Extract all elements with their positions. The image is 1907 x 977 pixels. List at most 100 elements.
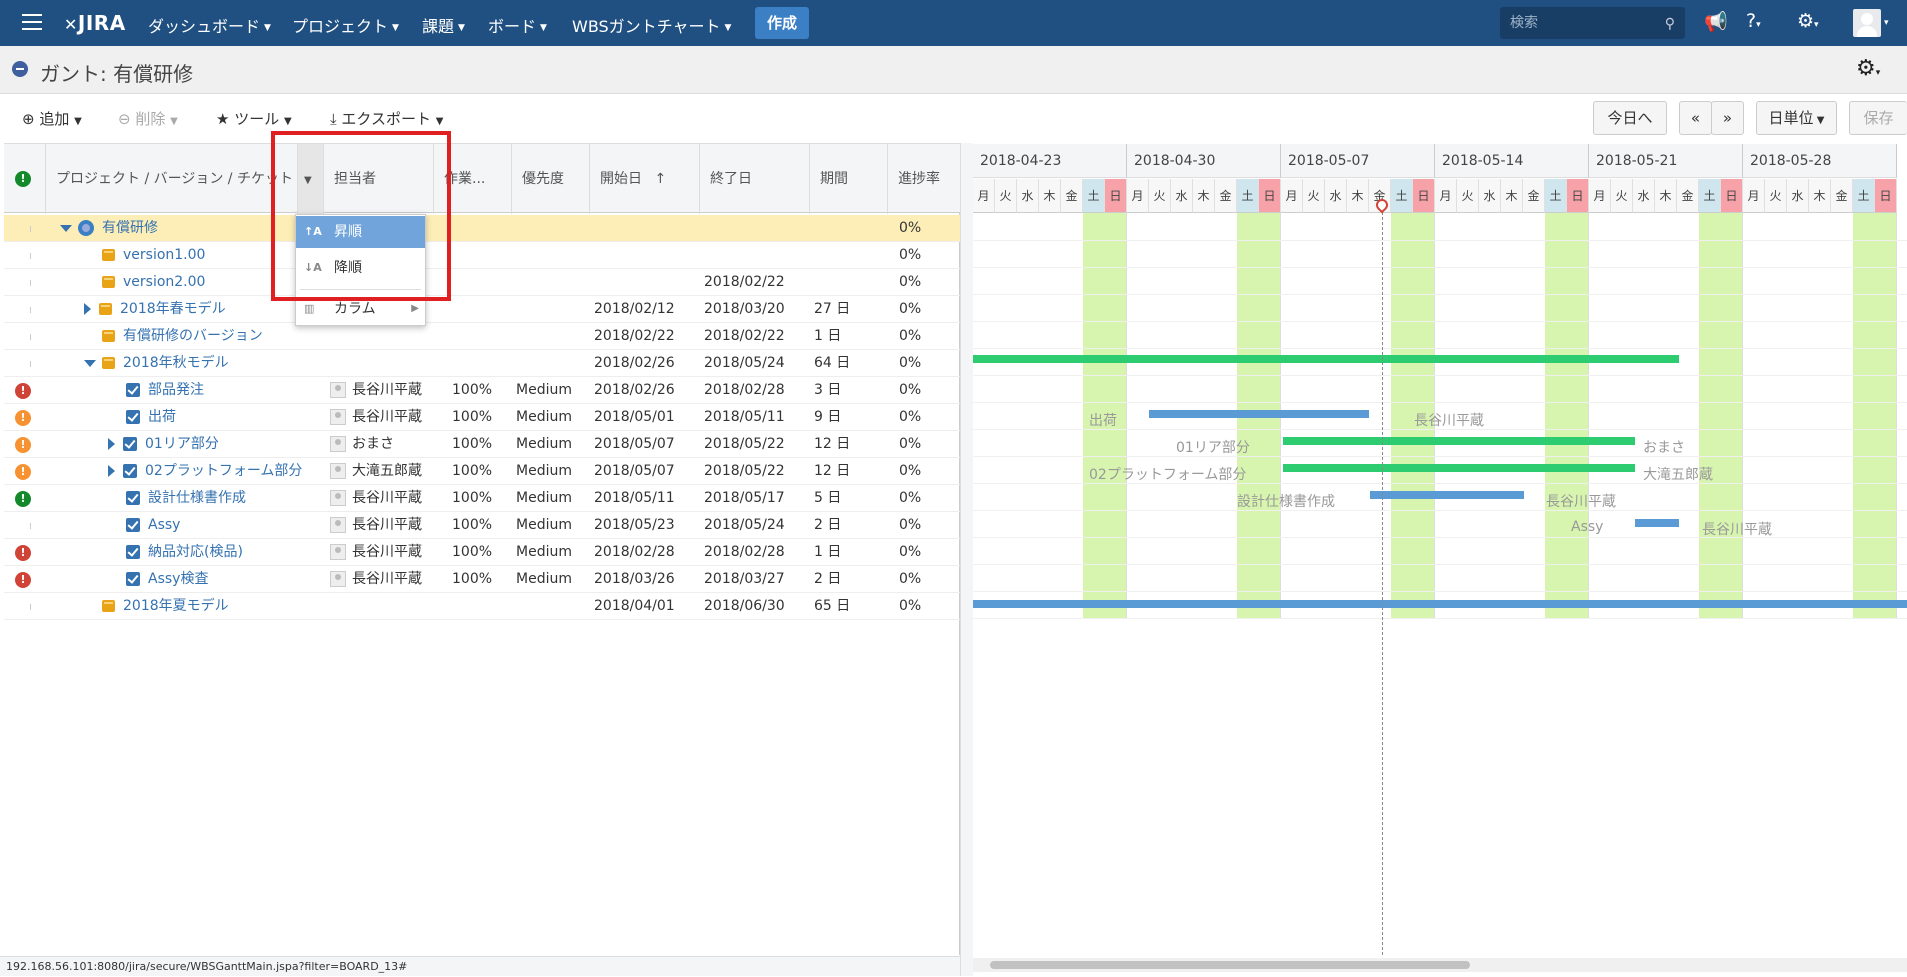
table-row[interactable]: ! 出荷 長谷川平蔵 100% Medium 2018/05/01 2018/05/11 9 …	[4, 404, 960, 431]
row-name-link[interactable]: version1.00	[123, 247, 205, 263]
row-name-link[interactable]: Assy検査	[148, 571, 208, 587]
menu-icon[interactable]	[22, 14, 42, 30]
start-date-cell: 2018/04/01	[594, 598, 675, 614]
collapse-toggle-icon[interactable]	[108, 438, 115, 450]
day-header: 木	[1809, 179, 1831, 213]
task-checkbox-icon	[123, 437, 137, 451]
collapse-toggle-icon[interactable]	[84, 303, 91, 315]
column-header-duration[interactable]: 期間	[810, 144, 888, 214]
expand-toggle-icon[interactable]	[60, 224, 72, 232]
table-row[interactable]: ! 納品対応(検品) 長谷川平蔵 100% Medium 2018/02/28 2018/0…	[4, 539, 960, 566]
end-date-cell: 2018/06/30	[704, 598, 785, 614]
gantt-bar-summer-model[interactable]	[973, 600, 1907, 608]
collapse-toggle-icon[interactable]	[108, 465, 115, 477]
nav-menu-item[interactable]: ダッシュボード ▼	[148, 13, 271, 37]
nav-menu-item[interactable]: ボード ▼	[488, 13, 547, 37]
nav-menu-item[interactable]: 課題 ▼	[422, 13, 465, 37]
gear-icon[interactable]: ⚙▾	[1856, 56, 1880, 81]
row-name-link[interactable]: 2018年春モデル	[120, 301, 226, 317]
assignee-cell: おまさ	[330, 431, 434, 458]
column-header-name[interactable]: プロジェクト / バージョン / チケット	[46, 144, 298, 214]
gantt-bar-rear[interactable]	[1283, 437, 1635, 445]
scrollbar-thumb[interactable]	[990, 961, 1470, 969]
column-header-priority[interactable]: 優先度	[512, 144, 590, 214]
gantt-bar-autumn-model[interactable]	[973, 355, 1679, 363]
time-unit-select[interactable]: 日単位 ▼	[1756, 101, 1837, 135]
gantt-bar-assy[interactable]	[1635, 519, 1679, 527]
expand-toggle-icon[interactable]	[84, 359, 96, 367]
table-row[interactable]: version2.00 2018/02/22 0%	[4, 269, 960, 296]
table-row[interactable]: 2018年夏モデル 2018/04/01 2018/06/30 65 日 0%	[4, 593, 960, 620]
gantt-row-line	[973, 294, 1907, 295]
megaphone-icon[interactable]: 📢	[1704, 10, 1728, 33]
table-row[interactable]: ! Assy検査 長谷川平蔵 100% Medium 2018/03/26 2018/03/…	[4, 566, 960, 593]
pane-splitter[interactable]	[960, 143, 973, 976]
row-name-link[interactable]: 部品発注	[148, 382, 204, 398]
export-button[interactable]: ⤓ エクスポート ▼	[330, 108, 443, 129]
priority-orange-icon: !	[15, 464, 31, 480]
nav-menu-item[interactable]: WBSガントチャート ▼	[572, 13, 731, 37]
create-button[interactable]: 作成	[755, 7, 809, 39]
priority-cell	[4, 323, 46, 350]
progress-cell: 0%	[899, 517, 922, 533]
row-name-link[interactable]: 01リア部分	[145, 436, 219, 452]
assignee-cell: 長谷川平蔵	[330, 404, 434, 431]
next-button[interactable]: »	[1711, 101, 1744, 135]
gantt-icon	[12, 61, 28, 77]
end-date-cell	[704, 215, 810, 242]
table-row[interactable]: ! 部品発注 長谷川平蔵 100% Medium 2018/02/26 2018/02/28…	[4, 377, 960, 404]
week-header: 2018-05-21	[1589, 144, 1743, 178]
table-row[interactable]: ! 01リア部分 おまさ 100% Medium 2018/05/07 2018/05/22…	[4, 431, 960, 458]
row-name-link[interactable]: version2.00	[123, 274, 205, 290]
assignee-cell	[330, 350, 434, 377]
horizontal-scrollbar[interactable]	[973, 958, 1907, 972]
settings-gear-icon[interactable]: ⚙▾	[1797, 10, 1819, 32]
prev-button[interactable]: «	[1679, 101, 1712, 135]
column-header-progress[interactable]: 進捗率	[888, 144, 960, 214]
table-row[interactable]: 2018年秋モデル 2018/02/26 2018/05/24 64 日 0%	[4, 350, 960, 377]
column-header-end[interactable]: 終了日	[700, 144, 810, 214]
priority-cell: !	[4, 431, 46, 458]
column-header-start[interactable]: 開始日 ↑	[590, 144, 700, 214]
today-button[interactable]: 今日へ	[1593, 101, 1667, 135]
jira-logo[interactable]: ✕JIRA	[64, 11, 126, 35]
weekend-column	[1699, 213, 1743, 619]
row-name-link[interactable]: 02プラットフォーム部分	[145, 463, 302, 479]
table-row[interactable]: 2018年春モデル 2018/02/12 2018/03/20 27 日 0%	[4, 296, 960, 323]
user-avatar[interactable]	[1853, 9, 1881, 37]
gantt-label: おまさ	[1643, 440, 1685, 456]
table-row[interactable]: Assy 長谷川平蔵 100% Medium 2018/05/23 2018/05/24 2…	[4, 512, 960, 539]
row-name-link[interactable]: 2018年秋モデル	[123, 355, 229, 371]
day-header: 土	[1853, 179, 1875, 213]
row-name-link[interactable]: 有償研修のバージョン	[123, 328, 263, 344]
task-checkbox-icon	[126, 545, 140, 559]
day-header: 水	[1787, 179, 1809, 213]
table-row[interactable]: 有償研修のバージョン 2018/02/22 2018/02/22 1 日 0%	[4, 323, 960, 350]
duration-cell: 27 日	[814, 301, 851, 317]
gantt-bar-shipping[interactable]	[1149, 410, 1369, 418]
row-name-link[interactable]: 2018年夏モデル	[123, 598, 229, 614]
priority-text-cell: Medium	[516, 409, 572, 425]
search-input[interactable]: 検索 ⚲	[1500, 7, 1685, 39]
nav-menu-item[interactable]: プロジェクト ▼	[292, 13, 399, 37]
row-name-link[interactable]: 納品対応(検品)	[148, 544, 243, 560]
row-name-link[interactable]: 設計仕様書作成	[148, 490, 246, 506]
chevron-down-icon[interactable]: ▾	[1884, 18, 1889, 28]
table-row[interactable]: version1.00 0%	[4, 242, 960, 269]
add-button[interactable]: ⊕ 追加 ▼	[22, 108, 82, 129]
tools-button[interactable]: ★ ツール ▼	[216, 108, 292, 129]
gantt-bar-spec[interactable]	[1370, 491, 1524, 499]
row-name-link[interactable]: 有償研修	[102, 220, 158, 236]
row-name-link[interactable]: Assy	[148, 517, 180, 533]
page-title: ガント: 有償研修	[40, 62, 194, 86]
table-row[interactable]: ! 設計仕様書作成 長谷川平蔵 100% Medium 2018/05/11 2018/05…	[4, 485, 960, 512]
table-row[interactable]: ! 02プラットフォーム部分 大滝五郎蔵 100% Medium 2018/05/07 20…	[4, 458, 960, 485]
gantt-bar-platform[interactable]	[1283, 464, 1635, 472]
gantt-row-line	[973, 375, 1907, 376]
table-row[interactable]: 有償研修 0%	[4, 215, 960, 242]
save-button[interactable]: 保存	[1849, 101, 1907, 135]
delete-button[interactable]: ⊖ 削除 ▼	[118, 108, 178, 129]
row-name-link[interactable]: 出荷	[148, 409, 176, 425]
day-header: 金	[1677, 179, 1699, 213]
help-icon[interactable]: ?▾	[1746, 10, 1761, 32]
